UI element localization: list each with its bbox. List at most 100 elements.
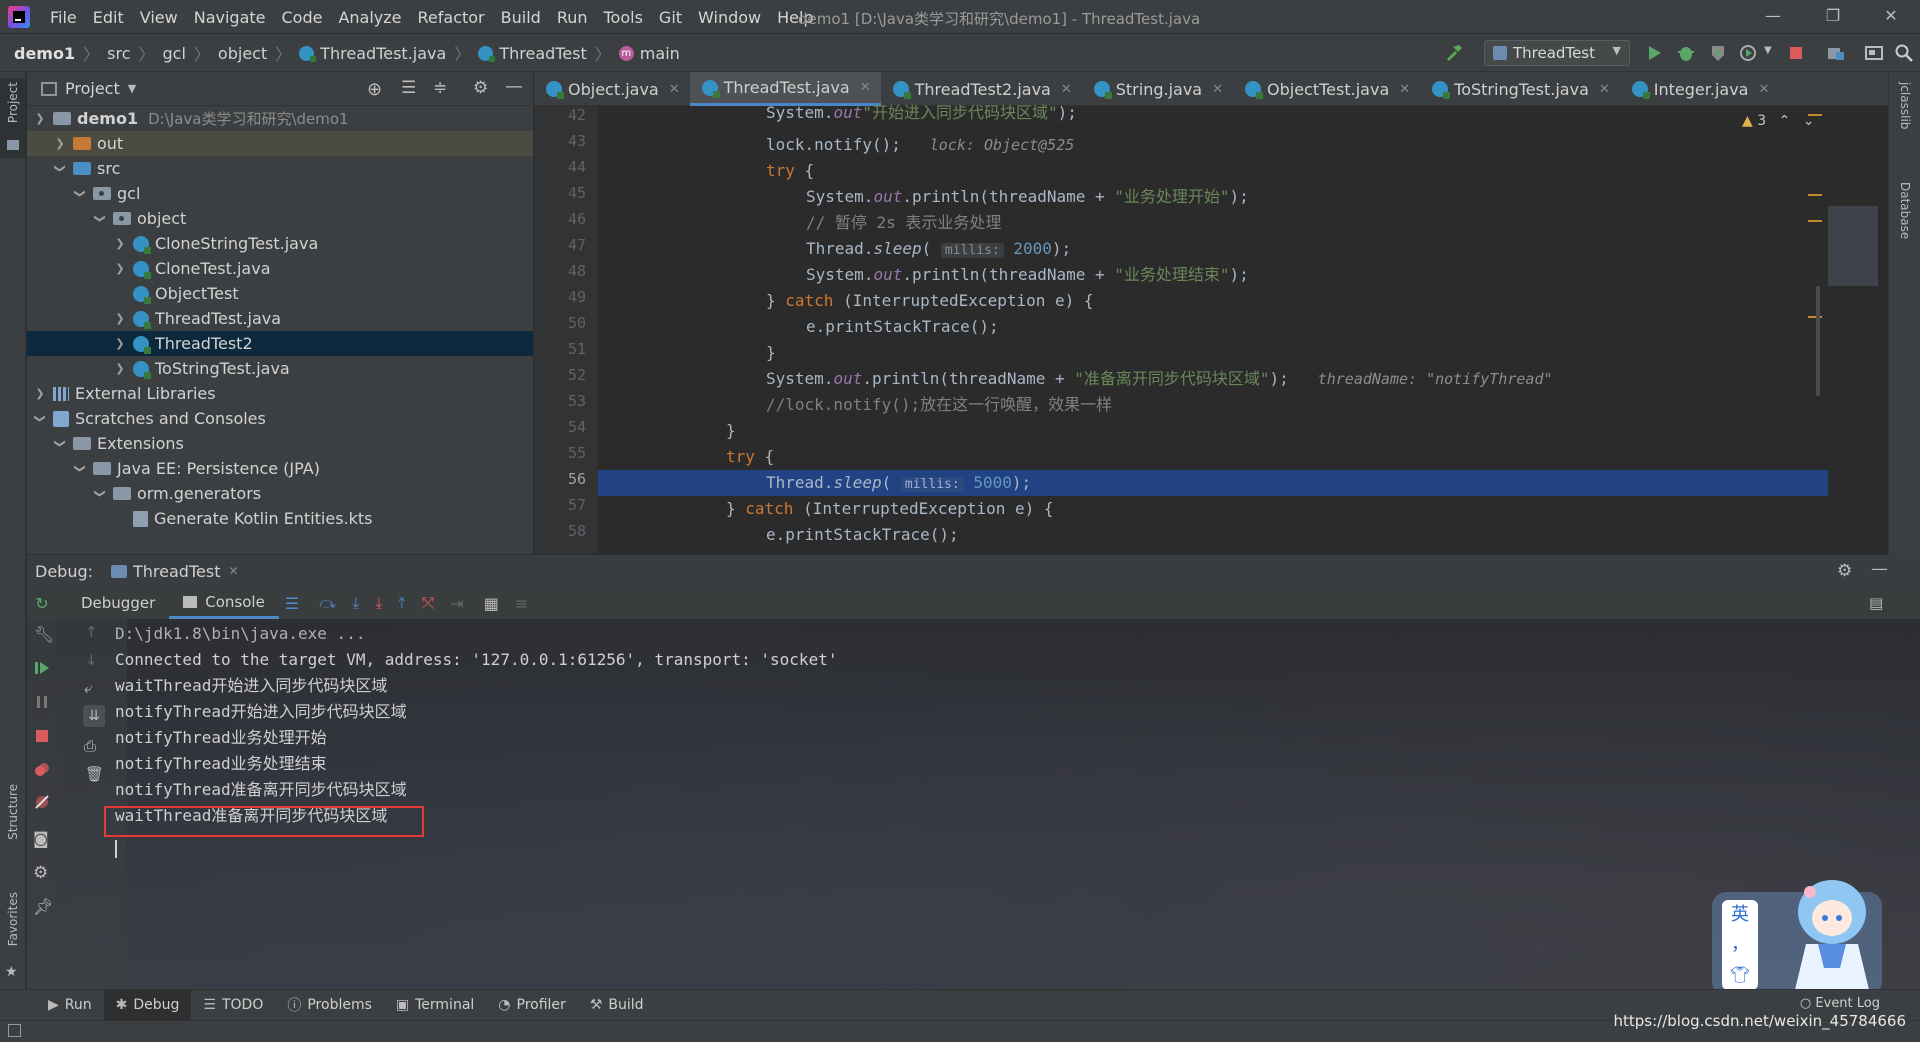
arrow-down-icon[interactable]: ↓ bbox=[85, 651, 98, 669]
mute-breakpoints-icon[interactable] bbox=[33, 793, 51, 811]
step-out-icon[interactable]: ⤒ bbox=[398, 593, 405, 613]
scroll-to-end-icon[interactable]: ⇊ bbox=[83, 705, 105, 727]
close-icon[interactable]: ✕ bbox=[1876, 6, 1906, 28]
menu-view[interactable]: View bbox=[132, 8, 186, 27]
menu-analyze[interactable]: Analyze bbox=[330, 8, 409, 27]
tool-build[interactable]: ⚒ Build bbox=[578, 990, 656, 1021]
breadcrumb-src[interactable]: src bbox=[107, 44, 130, 63]
resume-icon[interactable] bbox=[33, 659, 51, 677]
project-tool-window-button[interactable]: Project bbox=[0, 78, 26, 158]
evaluate-expression-icon[interactable]: ▦ bbox=[484, 594, 499, 613]
tab-tostringtest-java[interactable]: ToStringTest.java ✕ bbox=[1420, 72, 1620, 106]
breadcrumb-method[interactable]: main bbox=[640, 44, 680, 63]
gear-icon[interactable]: ⚙ bbox=[1837, 561, 1852, 581]
run-configuration-select[interactable]: ThreadTest ▼ bbox=[1484, 40, 1630, 66]
chevron-up-icon[interactable]: ⌃ bbox=[1779, 113, 1791, 129]
menu-file[interactable]: File bbox=[42, 8, 85, 27]
tool-profiler[interactable]: ◔ Profiler bbox=[486, 990, 578, 1021]
tree-item-jpa[interactable]: ❯ Java EE: Persistence (JPA) bbox=[27, 456, 533, 481]
stop-icon[interactable] bbox=[1786, 43, 1806, 63]
console-output[interactable]: D:\jdk1.8\bin\java.exe ... Connected to … bbox=[115, 621, 1615, 921]
tab-integer-java[interactable]: Integer.java ✕ bbox=[1620, 72, 1780, 106]
hide-panel-icon[interactable]: — bbox=[1871, 559, 1888, 579]
trash-icon[interactable]: 🗑︎ bbox=[85, 765, 104, 783]
profiler-icon[interactable] bbox=[1738, 43, 1758, 63]
pin-icon[interactable]: 📌︎ bbox=[33, 897, 53, 916]
expand-all-icon[interactable]: ☰ bbox=[401, 78, 416, 98]
tree-item-clonestringtest[interactable]: ❯ CloneStringTest.java bbox=[27, 231, 533, 256]
project-panel-title[interactable]: Project bbox=[65, 79, 120, 98]
arrow-up-icon[interactable]: ↑ bbox=[85, 623, 98, 641]
menu-code[interactable]: Code bbox=[274, 8, 331, 27]
close-tab-icon[interactable]: ✕ bbox=[1599, 82, 1610, 97]
locate-file-icon[interactable]: ⊕ bbox=[367, 79, 382, 100]
restore-icon[interactable]: ❐ bbox=[1818, 6, 1848, 28]
coverage-icon[interactable] bbox=[1708, 43, 1728, 63]
chevron-right-icon[interactable]: ❯ bbox=[113, 337, 127, 350]
view-breakpoints-icon[interactable] bbox=[33, 761, 51, 779]
tree-item-gcl[interactable]: ❯ gcl bbox=[27, 181, 533, 206]
menu-build[interactable]: Build bbox=[493, 8, 549, 27]
chevron-right-icon[interactable]: ❯ bbox=[33, 387, 47, 400]
chevron-down-icon[interactable]: ❯ bbox=[94, 212, 107, 226]
close-tab-icon[interactable]: ✕ bbox=[228, 564, 238, 578]
close-tab-icon[interactable]: ✕ bbox=[1061, 82, 1072, 97]
chevron-down-icon[interactable]: ❯ bbox=[54, 437, 67, 451]
tree-item-tostringtest[interactable]: ❯ ToStringTest.java bbox=[27, 356, 533, 381]
warnings-indicator[interactable]: ▲ 3 ⌃ ⌄ bbox=[1742, 113, 1815, 129]
jclasslib-tab[interactable]: jclasslib bbox=[1898, 82, 1912, 129]
close-tab-icon[interactable]: ✕ bbox=[860, 80, 871, 95]
chevron-right-icon[interactable]: ❯ bbox=[113, 237, 127, 250]
tool-todo[interactable]: ☰ TODO bbox=[191, 990, 275, 1021]
menu-run[interactable]: Run bbox=[549, 8, 596, 27]
debug-bug-icon[interactable] bbox=[1676, 43, 1696, 63]
breadcrumb-object[interactable]: object bbox=[218, 44, 267, 63]
pause-icon[interactable] bbox=[33, 693, 51, 711]
chevron-right-icon[interactable]: ❯ bbox=[113, 312, 127, 325]
menu-navigate[interactable]: Navigate bbox=[186, 8, 274, 27]
breadcrumb-class[interactable]: ThreadTest bbox=[499, 44, 586, 63]
close-tab-icon[interactable]: ✕ bbox=[1399, 82, 1410, 97]
tree-item-clonetest[interactable]: ❯ CloneTest.java bbox=[27, 256, 533, 281]
chevron-down-icon[interactable]: ❯ bbox=[94, 487, 107, 501]
breadcrumb-gcl[interactable]: gcl bbox=[163, 44, 186, 63]
build-hammer-icon[interactable] bbox=[1444, 43, 1464, 63]
database-tab[interactable]: Database bbox=[1898, 182, 1912, 239]
search-icon[interactable] bbox=[1894, 43, 1914, 63]
show-execution-point-icon[interactable]: ☰ bbox=[285, 594, 299, 613]
tree-item-threadtest2[interactable]: ❯ ThreadTest2 bbox=[27, 331, 533, 356]
tree-item-external-libraries[interactable]: ❯ External Libraries bbox=[27, 381, 533, 406]
chevron-right-icon[interactable]: ❯ bbox=[53, 137, 67, 150]
tree-item-threadtest[interactable]: ❯ ThreadTest.java bbox=[27, 306, 533, 331]
tool-debug[interactable]: ✱ Debug bbox=[103, 989, 192, 1021]
tab-console[interactable]: Console bbox=[169, 587, 279, 619]
chevron-down-icon[interactable]: ❯ bbox=[33, 112, 47, 125]
stop-icon[interactable] bbox=[33, 727, 51, 745]
run-icon[interactable] bbox=[1644, 43, 1664, 63]
step-into-icon[interactable]: ⤓ bbox=[352, 593, 359, 613]
gear-icon[interactable]: ⚙ bbox=[33, 863, 48, 883]
menu-refactor[interactable]: Refactor bbox=[410, 8, 493, 27]
tree-item-out[interactable]: ❯ out bbox=[27, 131, 533, 156]
minimize-icon[interactable]: — bbox=[1758, 6, 1788, 28]
project-structure-icon[interactable] bbox=[1826, 43, 1846, 63]
tree-item-extensions[interactable]: ❯ Extensions bbox=[27, 431, 533, 456]
force-step-into-icon[interactable]: ⤓ bbox=[375, 593, 382, 613]
debug-session-tab[interactable]: ThreadTest bbox=[133, 562, 220, 581]
step-over-icon[interactable]: ⤼ bbox=[319, 593, 336, 613]
layout-settings-icon[interactable]: ▤ bbox=[1869, 594, 1883, 612]
menu-tools[interactable]: Tools bbox=[596, 8, 651, 27]
tab-string-java[interactable]: String.java ✕ bbox=[1082, 72, 1233, 106]
tree-item-object[interactable]: ❯ object bbox=[27, 206, 533, 231]
tab-objecttest-java[interactable]: ObjectTest.java ✕ bbox=[1233, 72, 1420, 106]
chevron-down-icon[interactable]: ❯ bbox=[74, 462, 87, 476]
tree-item-demo1[interactable]: ❯ demo1 D:\Java类学习和研究\demo1 bbox=[27, 106, 533, 131]
tree-item-orm-generators[interactable]: ❯ orm.generators bbox=[27, 481, 533, 506]
chevron-right-icon[interactable]: ❯ bbox=[113, 262, 127, 275]
structure-tool-window-button[interactable]: Structure bbox=[0, 784, 26, 864]
breadcrumb-project[interactable]: demo1 bbox=[14, 44, 75, 63]
soft-wrap-icon[interactable]: ⤶ bbox=[84, 679, 92, 697]
rerun-icon[interactable]: ↻ bbox=[27, 594, 57, 613]
presentation-mode-icon[interactable] bbox=[1864, 43, 1884, 63]
menu-window[interactable]: Window bbox=[690, 8, 769, 27]
